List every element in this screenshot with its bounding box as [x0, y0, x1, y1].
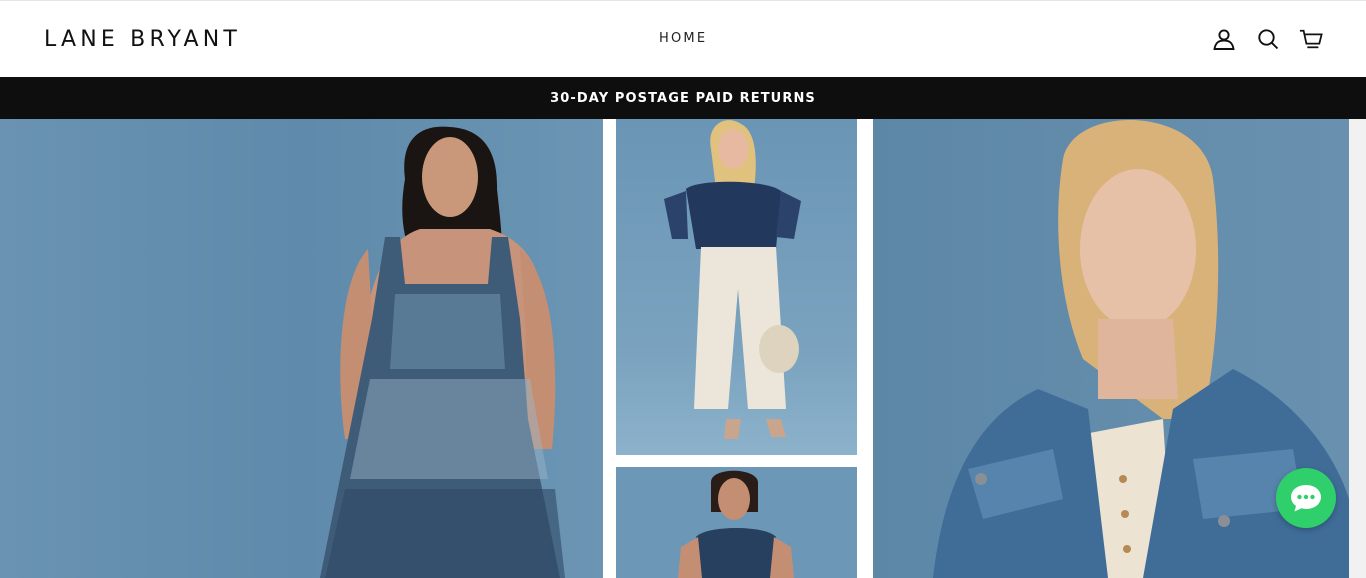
promo-text: 30-DAY POSTAGE PAID RETURNS	[550, 90, 816, 106]
hero-image-left[interactable]	[0, 119, 603, 578]
brand-logo[interactable]: LANE BRYANT	[44, 27, 241, 53]
hero-image-middle-top[interactable]	[616, 119, 857, 455]
hero-image-middle-bottom[interactable]	[616, 467, 857, 578]
model-mid-bottom-illustration	[678, 470, 794, 578]
chat-bubble-icon	[1291, 485, 1321, 512]
nav-home-link[interactable]: HOME	[659, 31, 707, 47]
search-icon[interactable]	[1255, 26, 1281, 52]
page-scrollbar[interactable]	[1349, 119, 1366, 578]
promo-banner[interactable]: 30-DAY POSTAGE PAID RETURNS	[0, 77, 1366, 119]
cart-icon[interactable]	[1298, 26, 1324, 52]
site-header: LANE BRYANT HOME	[0, 0, 1366, 77]
chat-button[interactable]	[1276, 468, 1336, 528]
model-left-illustration	[320, 126, 565, 578]
account-icon[interactable]	[1211, 26, 1237, 52]
hero-banner[interactable]	[0, 119, 1349, 578]
hero-image-middle[interactable]	[603, 119, 873, 578]
model-mid-top-illustration	[664, 120, 801, 439]
